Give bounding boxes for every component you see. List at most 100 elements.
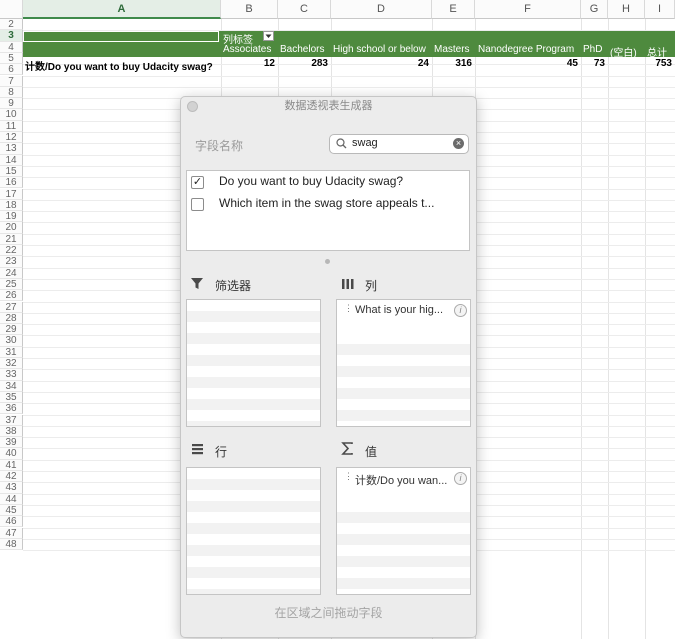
field-checkbox[interactable] bbox=[191, 198, 204, 211]
field-list[interactable]: ✓ Do you want to buy Udacity swag? Which… bbox=[186, 170, 470, 251]
area-stripe bbox=[187, 377, 320, 388]
row-header[interactable]: 13 bbox=[0, 143, 23, 155]
field-search-input[interactable]: swag × bbox=[329, 134, 469, 154]
column-header-a[interactable]: A bbox=[23, 0, 221, 19]
row-header[interactable]: 33 bbox=[0, 369, 23, 381]
search-input-value: swag bbox=[352, 137, 378, 149]
row-header[interactable]: 37 bbox=[0, 414, 23, 426]
row-header[interactable]: 42 bbox=[0, 471, 23, 483]
row-header[interactable]: 48 bbox=[0, 538, 23, 551]
column-header-g[interactable]: G bbox=[581, 0, 608, 19]
selected-cell-a3[interactable] bbox=[23, 31, 219, 42]
row-header[interactable]: 32 bbox=[0, 358, 23, 370]
filter-icon bbox=[191, 278, 203, 289]
column-header-f[interactable]: F bbox=[475, 0, 581, 19]
row-header[interactable]: 14 bbox=[0, 154, 23, 166]
column-filter-dropdown[interactable] bbox=[263, 31, 274, 41]
row-header[interactable]: 30 bbox=[0, 335, 23, 347]
column-header-i[interactable]: I bbox=[645, 0, 675, 19]
row-header[interactable]: 35 bbox=[0, 391, 23, 404]
area-stripe bbox=[187, 311, 320, 322]
column-header-b[interactable]: B bbox=[221, 0, 278, 19]
info-icon[interactable]: i bbox=[454, 472, 467, 485]
pivot-value: 73 bbox=[593, 58, 605, 69]
row-header[interactable]: 44 bbox=[0, 493, 23, 505]
rows-icon bbox=[192, 444, 203, 455]
pivot-value: 283 bbox=[311, 58, 328, 69]
sigma-icon bbox=[341, 442, 353, 455]
row-header[interactable]: 45 bbox=[0, 504, 23, 517]
field-checkbox[interactable]: ✓ bbox=[191, 176, 204, 189]
rows-drop-area[interactable] bbox=[186, 467, 321, 595]
row-header[interactable]: 17 bbox=[0, 188, 23, 200]
row-header[interactable]: 7 bbox=[0, 75, 23, 87]
row-header[interactable]: 5 bbox=[0, 52, 23, 65]
pivot-builder-panel[interactable]: 数据透视表生成器 字段名称 swag × ✓ Do you want to bu… bbox=[180, 96, 477, 638]
row-header[interactable]: 38 bbox=[0, 425, 23, 438]
row-header[interactable]: 8 bbox=[0, 86, 23, 99]
row-header[interactable]: 12 bbox=[0, 132, 23, 144]
row-header[interactable]: 46 bbox=[0, 516, 23, 528]
grid-divider bbox=[581, 19, 582, 639]
row-header[interactable]: 2 bbox=[0, 19, 23, 31]
field-item[interactable]: ✓ Do you want to buy Udacity swag? bbox=[187, 174, 469, 192]
row-header[interactable]: 15 bbox=[0, 165, 23, 178]
value-field-label: 计数/Do you wan... bbox=[355, 475, 448, 487]
column-header-h[interactable]: H bbox=[608, 0, 645, 19]
row-header[interactable]: 6 bbox=[0, 64, 23, 76]
drag-hint-text: 在区域之间拖动字段 bbox=[274, 606, 383, 620]
area-stripe bbox=[187, 399, 320, 410]
columns-drop-area[interactable]: ⋮ What is your hig... i bbox=[336, 299, 471, 427]
values-drop-area[interactable]: ⋮ 计数/Do you wan... i bbox=[336, 467, 471, 595]
value-field-pill[interactable]: ⋮ 计数/Do you wan... i bbox=[341, 472, 467, 487]
row-header[interactable]: 21 bbox=[0, 233, 23, 245]
row-header[interactable]: 24 bbox=[0, 267, 23, 279]
clear-search-icon[interactable]: × bbox=[453, 138, 464, 149]
pivot-value: 753 bbox=[655, 58, 672, 69]
row-header[interactable]: 41 bbox=[0, 459, 23, 471]
row-header[interactable]: 11 bbox=[0, 120, 23, 132]
drag-handle-icon[interactable]: ⋮ bbox=[344, 472, 353, 481]
column-field-pill[interactable]: ⋮ What is your hig... i bbox=[341, 304, 467, 318]
row-header[interactable]: 26 bbox=[0, 290, 23, 302]
info-icon[interactable]: i bbox=[454, 304, 467, 317]
area-stripe bbox=[337, 366, 470, 377]
row-header[interactable]: 40 bbox=[0, 448, 23, 460]
row-header[interactable]: 25 bbox=[0, 278, 23, 291]
row-header[interactable]: 27 bbox=[0, 301, 23, 313]
row-header[interactable]: 20 bbox=[0, 222, 23, 234]
row-header[interactable]: 31 bbox=[0, 346, 23, 358]
column-header-d[interactable]: D bbox=[331, 0, 432, 19]
row-header[interactable]: 10 bbox=[0, 109, 23, 121]
column-header-c[interactable]: C bbox=[278, 0, 331, 19]
row-header[interactable]: 4 bbox=[0, 41, 23, 53]
row-header[interactable]: 19 bbox=[0, 211, 23, 223]
row-header[interactable]: 18 bbox=[0, 199, 23, 212]
field-item-label: Do you want to buy Udacity swag? bbox=[219, 174, 404, 188]
row-header[interactable]: 16 bbox=[0, 177, 23, 189]
area-stripe bbox=[187, 421, 320, 426]
row-header[interactable]: 22 bbox=[0, 245, 23, 257]
row-header[interactable]: 9 bbox=[0, 98, 23, 110]
columns-area-label: 列 bbox=[365, 279, 378, 293]
field-item[interactable]: Which item in the swag store appeals t..… bbox=[187, 196, 469, 214]
grid-divider bbox=[608, 19, 609, 639]
row-header[interactable]: 36 bbox=[0, 403, 23, 415]
row-header[interactable]: 28 bbox=[0, 312, 23, 325]
area-stripe bbox=[187, 355, 320, 366]
row-header[interactable]: 43 bbox=[0, 482, 23, 494]
column-header-e[interactable]: E bbox=[432, 0, 475, 19]
drag-handle-icon[interactable]: ⋮ bbox=[344, 304, 353, 313]
panel-title: 数据透视表生成器 bbox=[284, 100, 373, 112]
pivot-col-header: 总计 bbox=[647, 48, 667, 59]
filters-drop-area[interactable] bbox=[186, 299, 321, 427]
corner-cell[interactable] bbox=[0, 0, 23, 19]
row-header[interactable]: 3 bbox=[0, 30, 23, 42]
row-header[interactable]: 47 bbox=[0, 527, 23, 539]
row-header[interactable]: 29 bbox=[0, 324, 23, 336]
row-header[interactable]: 39 bbox=[0, 437, 23, 449]
row-header[interactable]: 23 bbox=[0, 256, 23, 268]
splitter-handle[interactable] bbox=[325, 259, 330, 264]
row-header[interactable]: 34 bbox=[0, 380, 23, 392]
area-stripe bbox=[187, 479, 320, 490]
